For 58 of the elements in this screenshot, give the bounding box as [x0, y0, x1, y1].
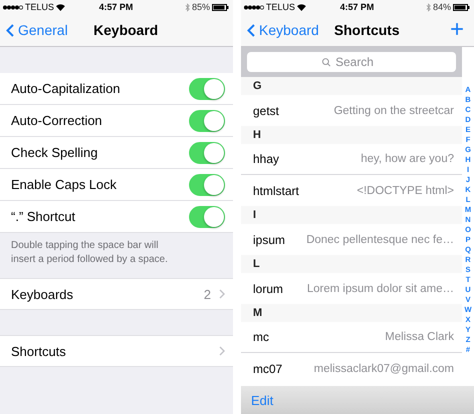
wifi-icon: [56, 4, 66, 10]
chevron-icon: [219, 346, 225, 356]
shortcut-text: ipsum: [253, 232, 286, 246]
back-button[interactable]: Keyboard: [241, 22, 325, 38]
chevron-icon: [219, 289, 225, 299]
battery-icon: [452, 4, 470, 10]
toggle-switch[interactable]: [189, 110, 225, 132]
signal-icon: [244, 4, 264, 10]
battery-percent: 85%: [192, 2, 210, 12]
shortcut-text: htmlstart: [253, 184, 300, 198]
shortcut-text: lorum: [253, 282, 284, 296]
shortcut-text: mc07: [253, 362, 282, 376]
phrase-text: Lorem ipsum dolor sit ame…: [307, 282, 454, 294]
bluetooth-icon: [184, 2, 190, 12]
section-header: G: [241, 77, 462, 95]
toggle-switch[interactable]: [189, 78, 225, 100]
phrase-text: Donec pellentesque nec fe…: [306, 234, 454, 246]
wifi-icon: [297, 4, 306, 10]
setting-label: Auto-Capitalization: [11, 81, 120, 96]
battery-percent: 84%: [432, 2, 451, 12]
setting-label: Check Spelling: [11, 145, 98, 160]
settings-row[interactable]: Keyboards 2: [0, 278, 233, 310]
add-button[interactable]: +: [446, 18, 468, 42]
chevron-icon: [6, 24, 14, 36]
section-header: M: [241, 304, 462, 322]
section-header: L: [241, 255, 462, 273]
section-header: H: [241, 126, 462, 144]
shortcut-text: getst: [253, 104, 280, 118]
phrase-text: hey, how are you?: [360, 153, 454, 165]
shortcut-text: hhay: [253, 152, 280, 166]
back-button[interactable]: General: [0, 22, 74, 38]
shortcut-text: mc: [253, 330, 269, 344]
bluetooth-icon: [426, 2, 431, 12]
phrase-text: Melissa Clark: [384, 331, 454, 343]
toggle-switch[interactable]: [189, 206, 225, 228]
status-time: 4:57 PM: [340, 2, 374, 12]
battery-icon: [212, 4, 229, 10]
section-header: I: [241, 206, 462, 224]
footer-note: Double tapping the space bar will insert a period followed by a space.: [10, 239, 169, 266]
edit-button[interactable]: Edit: [247, 392, 278, 408]
setting-label: Enable Caps Lock: [11, 177, 117, 192]
setting-label: “.” Shortcut: [11, 209, 76, 224]
chevron-icon: [247, 24, 255, 36]
phrase-text: melissaclark07@gmail.com: [314, 362, 454, 374]
phrase-text: Getting on the streetcar: [334, 104, 454, 116]
search-icon: [322, 58, 330, 66]
toggle-switch[interactable]: [189, 174, 225, 196]
phrase-text: <!DOCTYPE html>: [356, 184, 454, 196]
carrier-name: TELUS: [25, 2, 54, 12]
settings-row[interactable]: Shortcuts: [0, 335, 233, 367]
setting-label: Auto-Correction: [11, 113, 102, 128]
status-time: 4:57 PM: [98, 2, 133, 12]
screen-title: Keyboard: [94, 22, 158, 38]
screen-title: Shortcuts: [334, 22, 400, 38]
signal-icon: [3, 4, 23, 10]
carrier-name: TELUS: [266, 2, 296, 12]
toggle-switch[interactable]: [189, 142, 225, 164]
search-field[interactable]: Search: [334, 54, 382, 70]
